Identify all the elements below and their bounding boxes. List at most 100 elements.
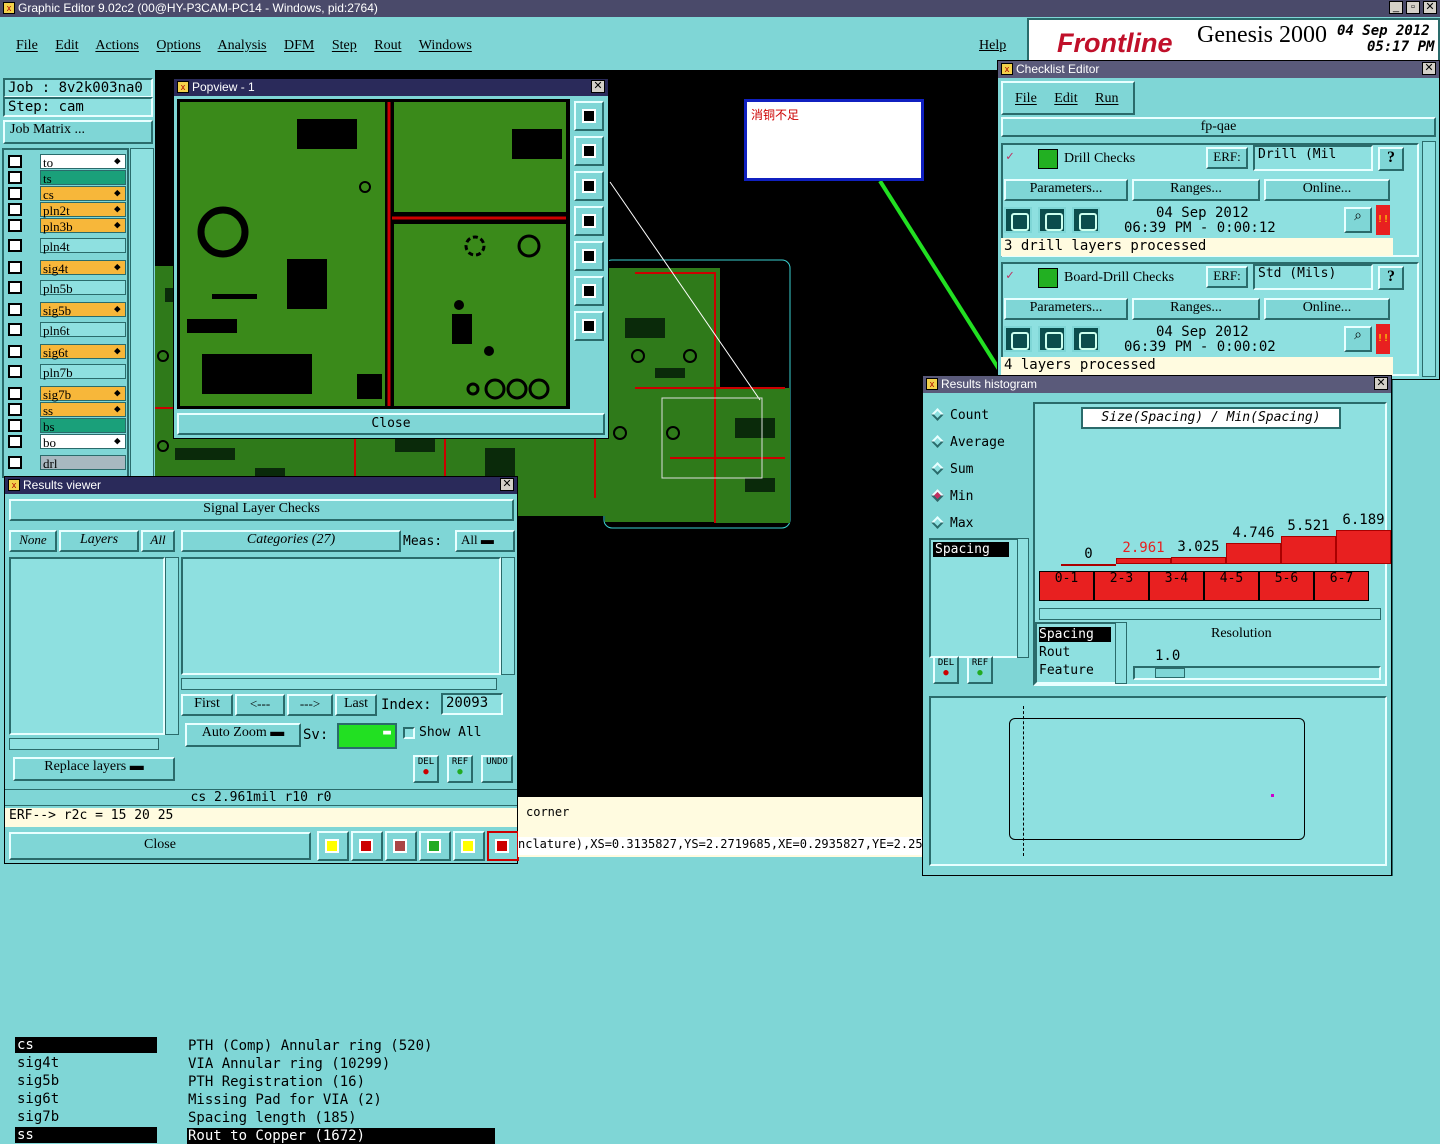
layer-result-item[interactable]: sig5b xyxy=(15,1073,157,1089)
category-item[interactable]: Rout to Copper (1672) xyxy=(187,1128,495,1144)
online-button[interactable]: Online... xyxy=(1264,298,1390,320)
histogram-bin-label[interactable]: 3-4 xyxy=(1149,571,1204,601)
category-item[interactable]: PTH (Comp) Annular ring (520) xyxy=(187,1038,495,1054)
viewer-tool-4-icon[interactable] xyxy=(419,831,451,861)
histogram-bin-label[interactable]: 6-7 xyxy=(1314,571,1369,601)
layer-row-pln4t[interactable]: pln4t xyxy=(8,238,126,254)
histogram-bin-label[interactable]: 0-1 xyxy=(1039,571,1094,601)
layer-row-drl[interactable]: drl xyxy=(8,455,126,471)
layer-row-cs[interactable]: cs ◆ xyxy=(8,186,126,202)
histogram-close-icon[interactable]: ✕ xyxy=(1374,377,1388,390)
layer-row-sig6t[interactable]: sig6t ◆ xyxy=(8,344,126,360)
check-toggle-icon[interactable]: ✓ xyxy=(1006,268,1014,283)
ranges-button[interactable]: Ranges... xyxy=(1132,179,1260,201)
next-button[interactable]: ---> xyxy=(287,694,333,716)
layer-name[interactable]: pln4t xyxy=(40,238,126,254)
layer-checkbox[interactable] xyxy=(8,387,22,400)
popview-pan-down-icon[interactable] xyxy=(574,171,604,201)
histogram-bottom-item[interactable]: Spacing xyxy=(1039,627,1111,642)
histogram-bin-label[interactable]: 5-6 xyxy=(1259,571,1314,601)
mode-count[interactable]: Count xyxy=(931,408,989,423)
menu-options[interactable]: Options xyxy=(156,38,200,53)
online-button[interactable]: Online... xyxy=(1264,179,1390,201)
layer-row-sig7b[interactable]: sig7b ◆ xyxy=(8,386,126,402)
prev-button[interactable]: <--- xyxy=(235,694,285,716)
layer-row-pln7b[interactable]: pln7b xyxy=(8,364,126,380)
layer-row-pln3b[interactable]: pln3b ◆ xyxy=(8,218,126,234)
check-help-button[interactable]: ? xyxy=(1378,147,1404,171)
layer-row-ts[interactable]: ts xyxy=(8,170,126,186)
viewer-tool-3-icon[interactable] xyxy=(385,831,417,861)
ranges-button[interactable]: Ranges... xyxy=(1132,298,1260,320)
category-item[interactable]: PTH Registration (16) xyxy=(187,1074,495,1090)
popview-zoom-home-icon[interactable] xyxy=(574,311,604,341)
layer-row-pln5b[interactable]: pln5b xyxy=(8,280,126,296)
checklist-menu-run[interactable]: Run xyxy=(1095,91,1118,106)
window-restore-icon[interactable]: ▫ xyxy=(1406,1,1420,14)
check-report-icon[interactable] xyxy=(1072,207,1100,233)
layer-checkbox[interactable] xyxy=(8,171,22,184)
viewer-tool-1-icon[interactable] xyxy=(317,831,349,861)
resolution-slider[interactable] xyxy=(1133,666,1381,680)
histogram-bottom-item[interactable]: Rout xyxy=(1039,645,1111,660)
layer-row-bs[interactable]: bs xyxy=(8,418,126,434)
layer-result-item[interactable]: ss xyxy=(15,1127,157,1143)
undo-icon[interactable]: UNDO xyxy=(481,755,513,783)
histogram-del-icon[interactable]: DEL ● xyxy=(933,656,959,684)
category-item[interactable]: Missing Pad for VIA (2) xyxy=(187,1092,495,1108)
resolution-slider-thumb[interactable] xyxy=(1155,668,1185,678)
layer-checkbox[interactable] xyxy=(8,281,22,294)
layer-checkbox[interactable] xyxy=(8,239,22,252)
none-button[interactable]: None xyxy=(9,530,57,552)
menu-windows[interactable]: Windows xyxy=(419,38,472,53)
layer-name[interactable]: pln6t xyxy=(40,322,126,338)
layer-row-sig5b[interactable]: sig5b ◆ xyxy=(8,302,126,318)
layer-checkbox[interactable] xyxy=(8,365,22,378)
menu-edit[interactable]: Edit xyxy=(55,38,78,53)
menu-file[interactable]: File xyxy=(16,38,38,53)
sv-color-select[interactable]: ▬ xyxy=(337,723,397,749)
category-list-scrollbar[interactable] xyxy=(501,557,515,675)
checklist-menu-file[interactable]: File xyxy=(1015,91,1037,106)
layer-checkbox[interactable] xyxy=(8,219,22,232)
histogram-bar[interactable] xyxy=(1061,564,1116,566)
layer-result-item[interactable]: sig6t xyxy=(15,1091,157,1107)
popview-zoom-in-icon[interactable] xyxy=(574,101,604,131)
viewer-tool-5-icon[interactable] xyxy=(453,831,485,861)
checklist-scrollbar[interactable] xyxy=(1422,141,1436,377)
histogram-bar[interactable] xyxy=(1336,530,1391,564)
layer-checkbox[interactable] xyxy=(8,323,22,336)
parameters-button[interactable]: Parameters... xyxy=(1004,179,1128,201)
check-action-icon[interactable] xyxy=(1038,326,1066,352)
popview-pan-left-icon[interactable] xyxy=(574,206,604,236)
histogram-top-scrollbar[interactable] xyxy=(1017,538,1029,658)
layer-result-item[interactable]: sig4t xyxy=(15,1055,157,1071)
results-viewer-close-icon[interactable]: ✕ xyxy=(500,478,514,491)
histogram-bin-label[interactable]: 4-5 xyxy=(1204,571,1259,601)
histogram-ref-icon[interactable]: REF ● xyxy=(967,656,993,684)
popview-close-button[interactable]: Close xyxy=(177,413,605,435)
layer-row-to[interactable]: to ◆ xyxy=(8,154,126,170)
check-run-icon[interactable] xyxy=(1004,326,1032,352)
check-action-icon[interactable] xyxy=(1038,207,1066,233)
menu-actions[interactable]: Actions xyxy=(95,38,139,53)
check-run-icon[interactable] xyxy=(1004,207,1032,233)
erf-value-field[interactable]: Std (Mils) xyxy=(1253,264,1373,290)
popview-zoom-fit-icon[interactable] xyxy=(574,276,604,306)
histogram-bottom-item[interactable]: Feature xyxy=(1039,663,1111,678)
layer-checkbox[interactable] xyxy=(8,303,22,316)
replace-layers-select[interactable]: Replace layers ▬ xyxy=(13,757,175,781)
first-button[interactable]: First xyxy=(181,694,233,716)
mode-average[interactable]: Average xyxy=(931,435,1005,450)
layer-checkbox[interactable] xyxy=(8,435,22,448)
index-input[interactable]: 20093 xyxy=(441,693,503,715)
del-icon[interactable]: DEL ● xyxy=(413,755,439,783)
histogram-bottom-scrollbar[interactable] xyxy=(1115,622,1127,684)
layer-checkbox[interactable] xyxy=(8,261,22,274)
checklist-menu-edit[interactable]: Edit xyxy=(1054,91,1077,106)
popview-canvas[interactable] xyxy=(177,99,570,409)
menu-rout[interactable]: Rout xyxy=(374,38,401,53)
parameters-button[interactable]: Parameters... xyxy=(1004,298,1128,320)
layer-checkbox[interactable] xyxy=(8,456,22,469)
layer-row-sig4t[interactable]: sig4t ◆ xyxy=(8,260,126,276)
